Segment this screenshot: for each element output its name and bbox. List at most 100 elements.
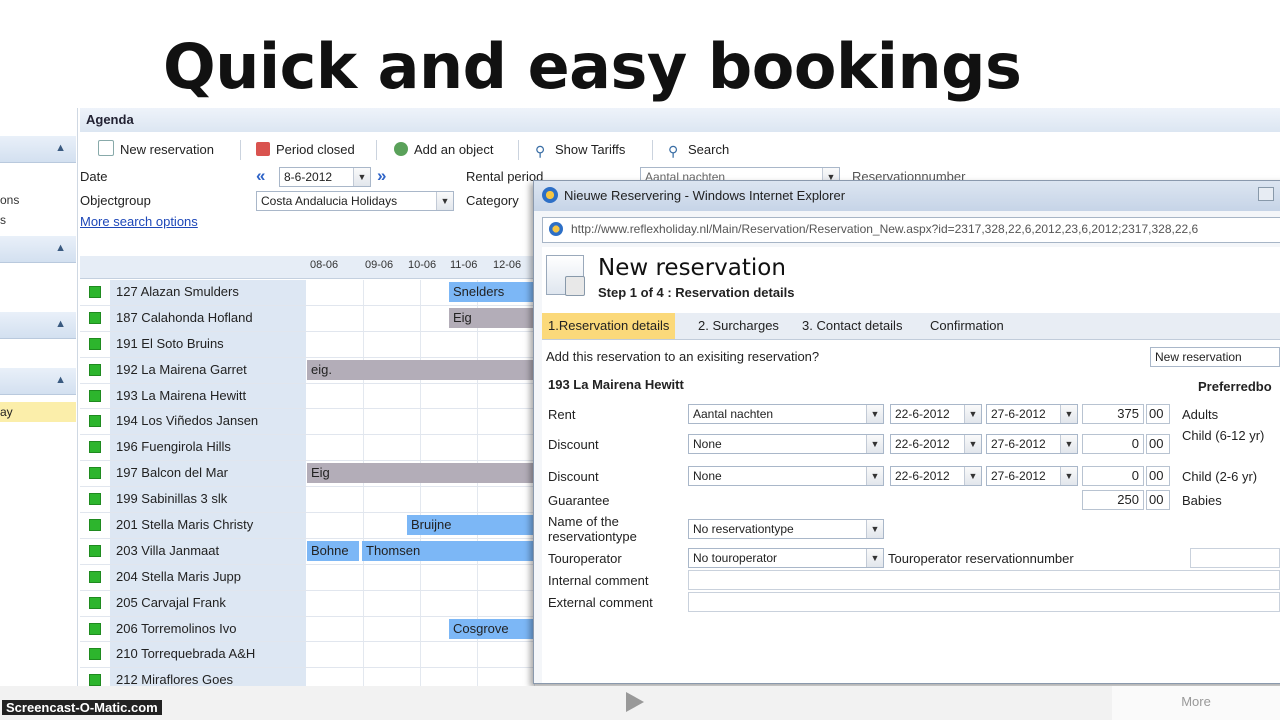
chevron-down-icon[interactable]: ▼ [866,467,883,485]
object-name[interactable]: 210 Torrequebrada A&H [110,642,306,668]
add-existing-select[interactable]: New reservation [1150,347,1280,367]
chevron-down-icon[interactable]: ▼ [1060,467,1077,485]
object-row[interactable]: 192 La Mairena Garret eig. [80,357,539,384]
chevron-down-icon[interactable]: ▼ [436,192,453,210]
minimize-button[interactable] [1258,187,1274,201]
objectgroup-select[interactable]: Costa Andalucia Holidays ▼ [256,191,454,211]
chevron-down-icon[interactable]: ▼ [964,405,981,423]
touroperator-number-input[interactable] [1190,548,1280,568]
object-row[interactable]: 193 La Mairena Hewitt [80,383,535,410]
to-date-input[interactable]: 27-6-2012 ▼ [986,466,1078,486]
discount-type-select[interactable]: None ▼ [688,466,884,486]
from-date-input[interactable]: 22-6-2012 ▼ [890,466,982,486]
amount-input[interactable]: 0 [1082,434,1144,454]
object-row[interactable]: 187 Calahonda Hofland Eig [80,305,539,332]
next-arrow-icon[interactable]: » [377,166,386,186]
play-icon[interactable] [626,692,644,712]
internal-comment-input[interactable] [688,570,1280,590]
object-row[interactable]: 197 Balcon del Mar Eig [80,461,539,488]
from-date-input[interactable]: 22-6-2012 ▼ [890,434,982,454]
row-cells[interactable]: Bohne Thomsen [307,538,539,564]
object-row[interactable]: 196 Fuengirola Hills [80,435,535,462]
object-name[interactable]: 199 Sabinillas 3 slk [110,487,306,513]
object-name[interactable]: 206 Torremolinos Ivo [110,616,306,642]
left-panel-header[interactable]: ▲ [0,368,76,395]
new-reservation-button[interactable]: New reservation [98,140,214,160]
object-name[interactable]: 192 La Mairena Garret [110,357,306,383]
row-cells[interactable]: Bruijne [307,513,539,538]
window-titlebar[interactable]: Nieuwe Reservering - Windows Internet Ex… [534,181,1280,211]
left-panel-selected-item[interactable]: ay [0,402,76,422]
left-panel-header[interactable]: ▲ [0,236,76,263]
tab-contact-details[interactable]: 3. Contact details [796,313,908,339]
add-object-button[interactable]: Add an object [394,140,494,160]
object-row[interactable]: 201 Stella Maris Christy Bruijne [80,513,539,539]
object-name[interactable]: 191 El Soto Bruins [110,331,306,357]
reservation-bar[interactable]: Eig [449,307,539,328]
cents-input[interactable]: 00 [1146,404,1170,424]
reservation-bar[interactable]: eig. [307,359,539,380]
previous-arrow-icon[interactable]: « [256,166,265,186]
reservation-bar[interactable]: Cosgrove [449,618,539,639]
amount-input[interactable]: 375 [1082,404,1144,424]
object-row[interactable]: 203 Villa Janmaat Bohne Thomsen [80,538,539,565]
object-row[interactable]: 191 El Soto Bruins [80,331,535,358]
reservation-bar[interactable]: Eig [307,463,539,484]
guarantee-cents-input[interactable]: 00 [1146,490,1170,510]
show-tariffs-button[interactable]: ⚲ Show Tariffs [535,140,625,160]
reservation-bar[interactable]: Snelders [449,282,539,302]
object-name[interactable]: 197 Balcon del Mar [110,461,306,487]
tab-reservation-details[interactable]: 1.Reservation details [542,313,676,339]
row-cells[interactable] [307,642,535,668]
row-cells[interactable] [307,409,535,435]
left-panel-header[interactable]: ▲ [0,312,76,339]
from-date-input[interactable]: 22-6-2012 ▼ [890,404,982,424]
address-bar[interactable]: http://www.reflexholiday.nl/Main/Reserva… [542,217,1280,243]
row-cells[interactable]: Eig [307,305,539,331]
object-row[interactable]: 194 Los Viñedos Jansen [80,409,535,436]
reservationtype-select[interactable]: No reservationtype ▼ [688,519,884,539]
reservation-bar[interactable]: Bruijne [407,515,539,536]
object-name[interactable]: 196 Fuengirola Hills [110,435,306,461]
date-input[interactable]: 8-6-2012 ▼ [279,167,371,187]
left-panel-text[interactable]: ons [0,193,19,207]
left-panel-header[interactable]: ▲ [0,136,76,163]
object-name[interactable]: 127 Alazan Smulders [110,280,306,305]
object-name[interactable]: 204 Stella Maris Jupp [110,564,306,590]
chevron-down-icon[interactable]: ▼ [866,520,883,538]
row-cells[interactable]: Eig [307,461,539,487]
object-name[interactable]: 205 Carvajal Frank [110,590,306,616]
object-row[interactable]: 205 Carvajal Frank [80,590,535,617]
discount-type-select[interactable]: None ▼ [688,434,884,454]
amount-input[interactable]: 0 [1082,466,1144,486]
object-name[interactable]: 187 Calahonda Hofland [110,305,306,331]
period-closed-button[interactable]: Period closed [256,140,355,160]
chevron-down-icon[interactable]: ▼ [964,467,981,485]
cents-input[interactable]: 00 [1146,434,1170,454]
more-button[interactable]: More [1112,686,1280,720]
chevron-up-icon[interactable]: ▲ [55,142,66,154]
tab-surcharges[interactable]: 2. Surcharges [692,313,785,339]
row-cells[interactable] [307,564,535,590]
cents-input[interactable]: 00 [1146,466,1170,486]
object-name[interactable]: 193 La Mairena Hewitt [110,383,306,409]
more-search-options-link[interactable]: More search options [80,214,198,229]
object-row[interactable]: 127 Alazan Smulders Snelders [80,280,539,306]
object-name[interactable]: 203 Villa Janmaat [110,538,306,564]
row-cells[interactable]: Cosgrove [307,616,539,642]
rent-type-select[interactable]: Aantal nachten ▼ [688,404,884,424]
search-button[interactable]: ⚲ Search [668,140,729,160]
reservation-bar[interactable]: Bohne [307,540,359,561]
row-cells[interactable] [307,435,535,461]
tab-confirmation[interactable]: Confirmation [924,313,1010,339]
left-panel-text[interactable]: s [0,213,6,227]
chevron-down-icon[interactable]: ▼ [1060,405,1077,423]
object-row[interactable]: 210 Torrequebrada A&H [80,642,535,669]
row-cells[interactable] [307,487,535,513]
chevron-down-icon[interactable]: ▼ [866,549,883,567]
to-date-input[interactable]: 27-6-2012 ▼ [986,434,1078,454]
external-comment-input[interactable] [688,592,1280,612]
chevron-down-icon[interactable]: ▼ [866,435,883,453]
chevron-up-icon[interactable]: ▲ [55,242,66,254]
row-cells[interactable] [307,590,535,616]
